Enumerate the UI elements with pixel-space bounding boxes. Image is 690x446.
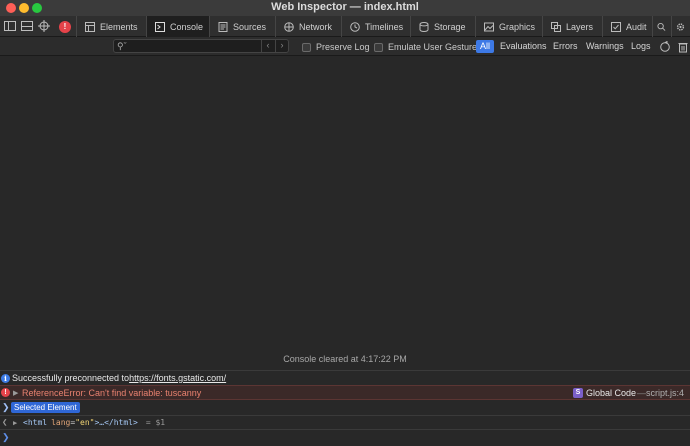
info-text: Successfully preconnected to <box>12 373 130 383</box>
error-separator: — <box>637 387 646 398</box>
filter-warnings-button[interactable]: Warnings <box>586 40 624 53</box>
error-icon: ! <box>1 388 10 397</box>
search-icon <box>657 22 666 31</box>
tab-label: Sources <box>233 21 267 32</box>
tab-graphics[interactable]: Graphics <box>475 16 542 37</box>
chevron-left-icon: ❮ <box>2 417 8 428</box>
emulate-user-gesture-label: Emulate User Gesture <box>388 42 478 52</box>
tab-bar: ! Elements Console Sources Network Timel… <box>0 16 690 37</box>
tab-audit[interactable]: Audit <box>602 16 652 37</box>
error-source[interactable]: Global Code <box>586 388 636 398</box>
disclosure-triangle-icon[interactable]: ▶ <box>13 389 18 397</box>
script-badge-icon: S <box>573 388 583 398</box>
audit-icon <box>611 21 621 32</box>
tab-label: Network <box>299 21 333 32</box>
element-picker-icon[interactable] <box>37 19 51 33</box>
storage-icon <box>419 21 429 32</box>
selected-element-badge: Selected Element <box>11 402 80 413</box>
elements-icon <box>85 21 95 32</box>
tab-label: Layers <box>566 21 594 32</box>
filter-search-input[interactable] <box>130 40 260 52</box>
tab-settings[interactable] <box>671 16 690 37</box>
tab-layers[interactable]: Layers <box>542 16 602 37</box>
disclosure-triangle-icon[interactable]: ▶ <box>13 419 17 427</box>
console-error-message[interactable]: ! ▶ ReferenceError: Can't find variable:… <box>0 385 690 400</box>
dock-bottom-icon[interactable] <box>20 19 34 33</box>
tab-label: Console <box>170 21 204 32</box>
chevron-right-icon[interactable]: › <box>275 40 288 52</box>
gear-icon <box>676 22 685 31</box>
error-location-link[interactable]: script.js:4 <box>646 388 684 398</box>
emulate-user-gesture-checkbox[interactable]: Emulate User Gesture <box>374 41 477 53</box>
tab-console[interactable]: Console <box>146 16 209 37</box>
tab-label: Graphics <box>499 21 536 32</box>
tab-storage[interactable]: Storage <box>410 16 475 37</box>
chevron-left-icon[interactable]: ‹ <box>261 40 274 52</box>
console-icon <box>155 21 165 32</box>
tab-label: Elements <box>100 21 138 32</box>
html-attr-value: "en" <box>75 418 95 427</box>
prompt-chevron-icon: ❯ <box>2 432 10 442</box>
chevron-right-icon: ❯ <box>2 402 10 412</box>
tab-label: Storage <box>434 21 466 32</box>
console-prompt[interactable]: ❯ <box>0 429 690 446</box>
tab-label: Timelines <box>365 21 404 32</box>
info-icon: i <box>1 373 10 383</box>
sources-icon <box>218 21 228 32</box>
title-bar: Web Inspector — index.html <box>0 0 690 16</box>
filter-search-field[interactable]: ⚲ˇ ‹ › <box>113 39 289 53</box>
tab-elements[interactable]: Elements <box>76 16 146 37</box>
tab-search[interactable] <box>652 16 671 37</box>
preserve-log-label: Preserve Log <box>316 42 370 52</box>
window-title: Web Inspector — index.html <box>271 1 419 13</box>
console-cleared-message: Console cleared at 4:17:22 PM <box>283 354 407 364</box>
selected-element-result[interactable]: ❮ ▶ <html lang = "en" >…</html> = $1 <box>0 415 690 429</box>
layers-icon <box>551 21 561 32</box>
tab-timelines[interactable]: Timelines <box>341 16 410 37</box>
tab-sources[interactable]: Sources <box>209 16 275 37</box>
filter-errors-button[interactable]: Errors <box>553 40 578 53</box>
result-variable: = $1 <box>145 418 166 427</box>
checkbox-box[interactable] <box>374 42 383 52</box>
search-icon: ⚲ˇ <box>117 41 127 51</box>
filter-evaluations-button[interactable]: Evaluations <box>500 40 547 53</box>
selected-element-row: ❯ Selected Element <box>0 400 690 415</box>
web-inspector-window: Web Inspector — index.html ! Elements Co… <box>0 0 690 446</box>
checkbox-box[interactable] <box>302 42 311 52</box>
trash-icon[interactable] <box>677 41 689 53</box>
timelines-icon <box>350 21 360 32</box>
filter-logs-button[interactable]: Logs <box>631 40 651 53</box>
html-attr-name: lang <box>51 418 71 427</box>
error-text: ReferenceError: Can't find variable: tus… <box>22 387 202 398</box>
graphics-icon <box>484 22 494 31</box>
preserve-log-checkbox[interactable]: Preserve Log <box>302 41 370 53</box>
tab-network[interactable]: Network <box>275 16 341 37</box>
console-info-message[interactable]: i Successfully preconnected to https://f… <box>0 370 690 385</box>
html-tag-open: <html <box>23 418 48 427</box>
clear-log-icon[interactable] <box>659 41 671 53</box>
tab-label: Audit <box>626 21 647 32</box>
dock-sidebar-icon[interactable] <box>3 19 17 33</box>
info-link[interactable]: https://fonts.gstatic.com/ <box>129 373 226 383</box>
html-ellipsis: >…</html> <box>94 418 138 427</box>
network-icon <box>284 21 294 32</box>
error-indicator-icon[interactable]: ! <box>59 21 71 33</box>
filter-all-button[interactable]: All <box>476 40 495 53</box>
